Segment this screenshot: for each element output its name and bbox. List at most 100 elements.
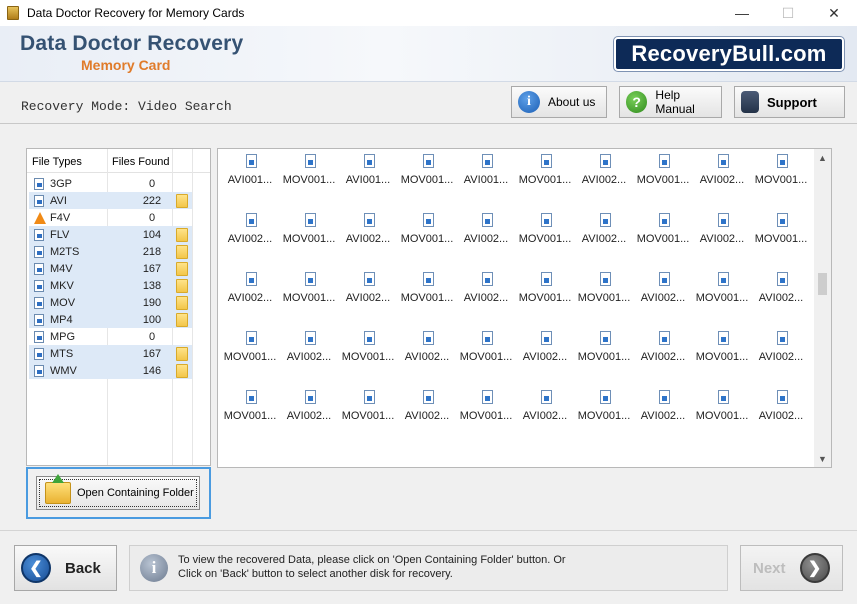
video-file-icon [34, 177, 44, 190]
folder-icon[interactable] [176, 245, 188, 259]
back-button[interactable]: ❮ Back [14, 545, 117, 591]
recovered-file-item[interactable]: AVI002... [220, 249, 280, 304]
recovered-file-item[interactable]: AVI002... [633, 249, 693, 304]
recovered-file-item[interactable]: MOV001... [574, 249, 634, 304]
files-vertical-scrollbar[interactable]: ▲ ▼ [814, 149, 831, 467]
recovered-file-item[interactable]: AVI002... [574, 149, 634, 186]
recovered-file-item[interactable]: MOV001... [692, 308, 752, 363]
scrollbar-thumb[interactable] [818, 273, 827, 295]
folder-icon[interactable] [176, 228, 188, 242]
close-button[interactable]: ✕ [811, 0, 857, 26]
about-us-button[interactable]: i About us [511, 86, 607, 118]
recovered-file-item[interactable]: AVI002... [574, 190, 634, 245]
video-file-icon [364, 154, 375, 168]
folder-icon[interactable] [176, 347, 188, 361]
recovered-file-item[interactable]: AVI002... [633, 308, 693, 363]
file-type-row[interactable]: MOV 190 [29, 294, 192, 311]
file-name: AVI002... [227, 292, 273, 304]
file-type-row[interactable]: M2TS 218 [29, 243, 192, 260]
recovered-file-item[interactable]: MOV001... [633, 190, 693, 245]
recovered-file-item[interactable]: AVI002... [279, 367, 339, 422]
files-found-column-header[interactable]: Files Found [112, 156, 169, 168]
recovered-file-item[interactable]: MOV001... [220, 308, 280, 363]
recovered-file-item[interactable]: AVI002... [751, 308, 811, 363]
recovered-file-item[interactable]: AVI002... [397, 367, 457, 422]
folder-icon[interactable] [176, 364, 188, 378]
recovered-file-item[interactable]: AVI002... [456, 190, 516, 245]
file-types-header: File Types Files Found [27, 149, 210, 173]
recovered-file-item[interactable]: AVI002... [633, 367, 693, 422]
file-type-row[interactable]: WMV 146 [29, 362, 192, 379]
file-name: MOV001... [518, 174, 572, 186]
file-types-column-header[interactable]: File Types [32, 156, 82, 168]
video-file-icon [659, 213, 670, 227]
support-button[interactable]: Support [734, 86, 845, 118]
recovered-file-item[interactable]: AVI002... [692, 190, 752, 245]
scroll-down-arrow-icon[interactable]: ▼ [814, 450, 831, 467]
recovered-file-item[interactable]: MOV001... [338, 308, 398, 363]
file-name: MOV001... [223, 351, 277, 363]
recovered-file-item[interactable]: MOV001... [515, 249, 575, 304]
recovered-file-item[interactable]: AVI002... [692, 149, 752, 186]
recovered-file-item[interactable]: MOV001... [220, 367, 280, 422]
recovered-file-item[interactable]: MOV001... [751, 149, 811, 186]
recovered-file-item[interactable]: AVI002... [220, 190, 280, 245]
recovered-file-item[interactable]: AVI002... [397, 308, 457, 363]
recovered-file-item[interactable]: MOV001... [692, 367, 752, 422]
recovered-file-item[interactable]: MOV001... [456, 367, 516, 422]
file-name: AVI002... [758, 292, 804, 304]
file-type-row[interactable]: MPG 0 [29, 328, 192, 345]
recovered-file-item[interactable]: AVI001... [456, 149, 516, 186]
recovered-file-item[interactable]: MOV001... [397, 249, 457, 304]
info-message-box: i To view the recovered Data, please cli… [129, 545, 728, 591]
folder-icon[interactable] [176, 194, 188, 208]
file-type-row[interactable]: MTS 167 [29, 345, 192, 362]
recovered-file-item[interactable]: AVI002... [515, 308, 575, 363]
file-name: MOV001... [400, 292, 454, 304]
recovered-file-item[interactable]: AVI002... [515, 367, 575, 422]
folder-icon[interactable] [176, 296, 188, 310]
video-file-icon [600, 390, 611, 404]
recovered-file-item[interactable]: AVI001... [338, 149, 398, 186]
brand-subtitle: Memory Card [81, 57, 171, 73]
recovered-file-item[interactable]: MOV001... [279, 249, 339, 304]
file-types-list[interactable]: File Types Files Found 3GP 0 AVI 222 F4V 0 FLV… [26, 148, 211, 466]
minimize-button[interactable]: — [719, 0, 765, 26]
recovered-file-item[interactable]: MOV001... [574, 308, 634, 363]
recovered-file-item[interactable]: MOV001... [751, 190, 811, 245]
file-type-row[interactable]: MP4 100 [29, 311, 192, 328]
recovered-file-item[interactable]: MOV001... [338, 367, 398, 422]
file-type-row[interactable]: AVI 222 [29, 192, 192, 209]
recovered-file-item[interactable]: AVI002... [456, 249, 516, 304]
folder-icon[interactable] [176, 262, 188, 276]
open-containing-folder-button[interactable]: Open Containing Folder [36, 474, 200, 510]
recovered-file-item[interactable]: MOV001... [397, 190, 457, 245]
recovered-files-view[interactable]: AVI001... MOV001... AVI001... MOV001... AVI0… [217, 148, 832, 468]
recovered-file-item[interactable]: MOV001... [633, 149, 693, 186]
recovered-file-item[interactable]: AVI002... [338, 249, 398, 304]
recovered-file-item[interactable]: MOV001... [574, 367, 634, 422]
recovered-file-item[interactable]: AVI001... [220, 149, 280, 186]
recovered-file-item[interactable]: MOV001... [692, 249, 752, 304]
folder-icon[interactable] [176, 313, 188, 327]
help-manual-button[interactable]: ? Help Manual [619, 86, 722, 118]
recovered-file-item[interactable]: AVI002... [751, 367, 811, 422]
recovered-file-item[interactable]: MOV001... [515, 149, 575, 186]
recovered-file-item[interactable]: MOV001... [279, 149, 339, 186]
recovered-file-item[interactable]: MOV001... [515, 190, 575, 245]
file-type-row[interactable]: FLV 104 [29, 226, 192, 243]
file-type-row[interactable]: MKV 138 [29, 277, 192, 294]
file-type-row[interactable]: M4V 167 [29, 260, 192, 277]
recovered-file-item[interactable]: AVI002... [279, 308, 339, 363]
files-found-count: 0 [148, 177, 156, 190]
recovered-file-item[interactable]: AVI002... [338, 190, 398, 245]
recovered-file-item[interactable]: AVI002... [751, 249, 811, 304]
scroll-up-arrow-icon[interactable]: ▲ [814, 149, 831, 166]
file-type-name: MOV [50, 296, 76, 309]
recovered-file-item[interactable]: MOV001... [456, 308, 516, 363]
recovered-file-item[interactable]: MOV001... [397, 149, 457, 186]
file-type-row[interactable]: 3GP 0 [29, 175, 192, 192]
recovered-file-item[interactable]: MOV001... [279, 190, 339, 245]
folder-icon[interactable] [176, 279, 188, 293]
file-type-row[interactable]: F4V 0 [29, 209, 192, 226]
